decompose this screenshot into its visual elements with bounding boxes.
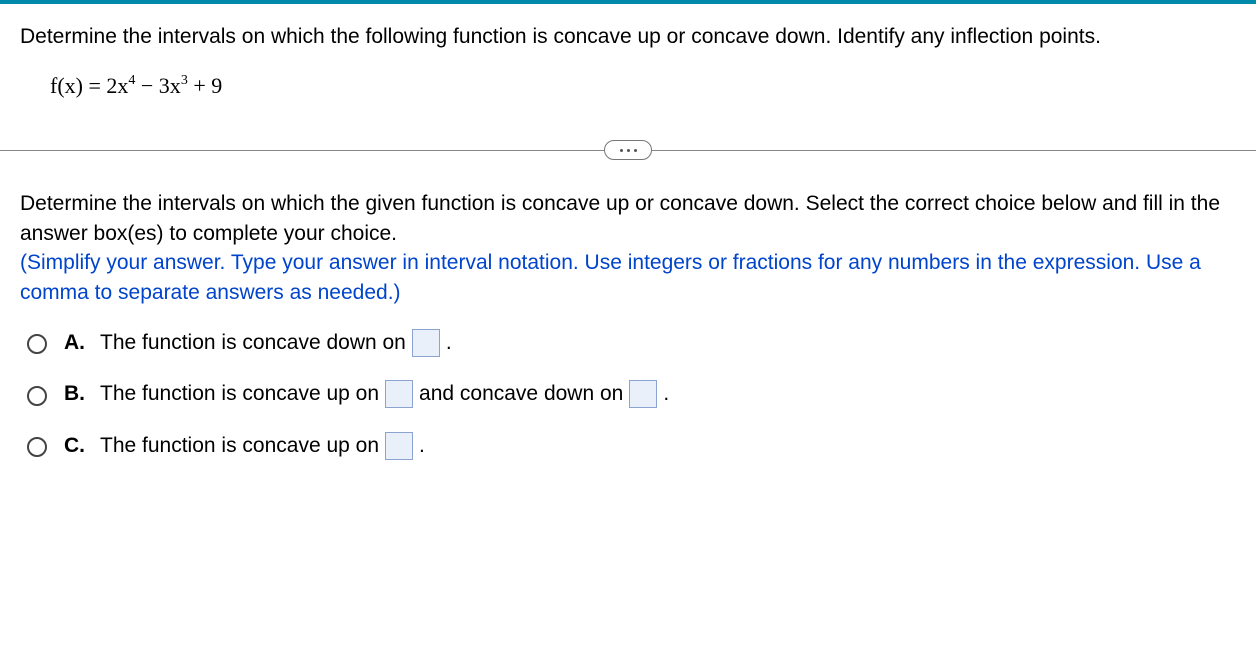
choice-a-input[interactable] — [412, 329, 440, 357]
question-content: Determine the intervals on which the fol… — [0, 4, 1256, 501]
choice-b-letter: B. — [64, 382, 86, 406]
formula-exp1: 4 — [128, 73, 135, 88]
instructions-hint: (Simplify your answer. Type your answer … — [20, 251, 1201, 303]
dots-icon — [627, 149, 630, 152]
choice-a-period: . — [446, 327, 452, 359]
dots-icon — [620, 149, 623, 152]
expand-button[interactable] — [604, 140, 652, 160]
instructions-text: Determine the intervals on which the giv… — [20, 192, 1220, 244]
choice-a: A. The function is concave down on . — [22, 327, 1236, 359]
choice-c: C. The function is concave up on . — [22, 430, 1236, 462]
choice-a-letter: A. — [64, 331, 86, 355]
function-formula: f(x) = 2x4 − 3x3 + 9 — [20, 73, 1236, 99]
choice-a-text1: The function is concave down on — [100, 327, 406, 359]
dots-icon — [634, 149, 637, 152]
radio-c[interactable] — [27, 437, 47, 457]
question-prompt: Determine the intervals on which the fol… — [20, 22, 1236, 51]
choice-b-text2: and concave down on — [419, 378, 623, 410]
choice-a-text: The function is concave down on . — [100, 327, 452, 359]
choices-group: A. The function is concave down on . B. … — [20, 327, 1236, 462]
choice-b-text1: The function is concave up on — [100, 378, 379, 410]
choice-b-text: The function is concave up on and concav… — [100, 378, 669, 410]
choice-c-letter: C. — [64, 434, 86, 458]
choice-c-period: . — [419, 430, 425, 462]
choice-c-text: The function is concave up on . — [100, 430, 425, 462]
choice-b: B. The function is concave up on and con… — [22, 378, 1236, 410]
formula-suffix: + 9 — [188, 73, 222, 98]
choice-c-input[interactable] — [385, 432, 413, 460]
formula-exp2: 3 — [181, 73, 188, 88]
answer-instructions: Determine the intervals on which the giv… — [20, 189, 1236, 307]
choice-c-text1: The function is concave up on — [100, 430, 379, 462]
radio-b[interactable] — [27, 386, 47, 406]
formula-prefix: f(x) = 2x — [50, 73, 128, 98]
radio-a[interactable] — [27, 334, 47, 354]
formula-mid: − 3x — [135, 73, 180, 98]
section-divider — [20, 139, 1236, 161]
choice-b-input2[interactable] — [629, 380, 657, 408]
choice-b-input1[interactable] — [385, 380, 413, 408]
choice-b-period: . — [663, 378, 669, 410]
